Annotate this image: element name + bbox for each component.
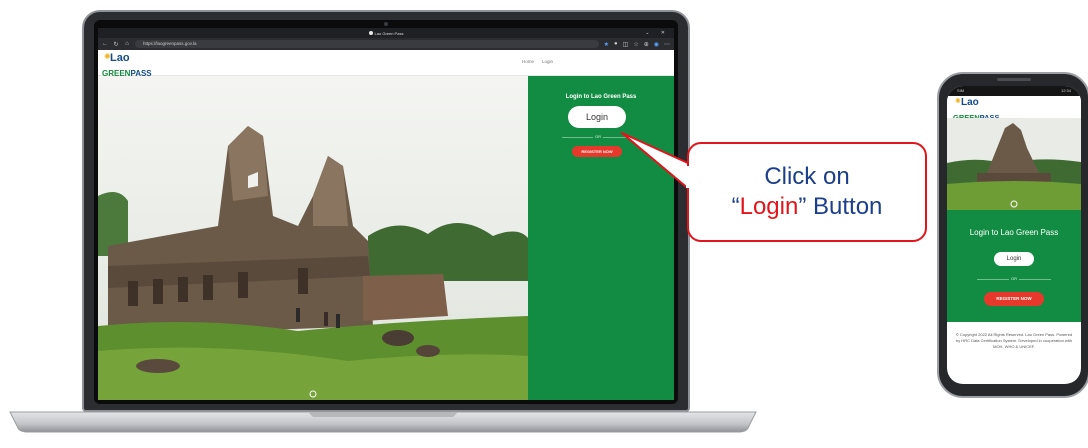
phone-site-header: ✺ Lao GREENPASS [947,96,1081,121]
sun-icon: ✺ [955,98,961,105]
smartphone: SIM 12:34 ✺ Lao GREENPASS Login to Lao G… [937,72,1088,398]
callout-joint [686,166,690,188]
phone-hero-photo [947,118,1081,210]
phone-footer-copyright: © Copyright 2022 All Rights Reserved. La… [955,332,1073,349]
phone-or-divider: OR [977,276,1051,282]
callout-open-quote: “ [731,193,740,220]
instruction-callout: Click on “Login” Button [687,142,927,242]
phone-temple-illustration [947,118,1081,210]
status-left: SIM [957,88,965,93]
phone-login-panel: Login to Lao Green Pass Login OR REGISTE… [947,210,1081,322]
callout-line-2: “Login” Button [689,192,925,222]
phone-login-title: Login to Lao Green Pass [969,228,1059,237]
callout-highlight: Login [739,193,799,220]
phone-status-bar: SIM 12:34 [947,86,1081,96]
phone-or-label: OR [1009,276,1019,282]
tutorial-canvas: Lao Green Pass ⌄ ✕ ← ↻ ⌂ https://laogree… [0,0,1088,448]
phone-screen: SIM 12:34 ✺ Lao GREENPASS Login to Lao G… [947,86,1081,384]
status-right: 12:34 [1060,88,1071,93]
callout-rest: ” Button [798,193,883,220]
phone-register-now-button[interactable]: REGISTER NOW [984,292,1044,306]
speaker-grille [997,78,1031,81]
phone-login-button[interactable]: Login [994,252,1034,266]
callout-line-1: Click on [764,163,850,190]
